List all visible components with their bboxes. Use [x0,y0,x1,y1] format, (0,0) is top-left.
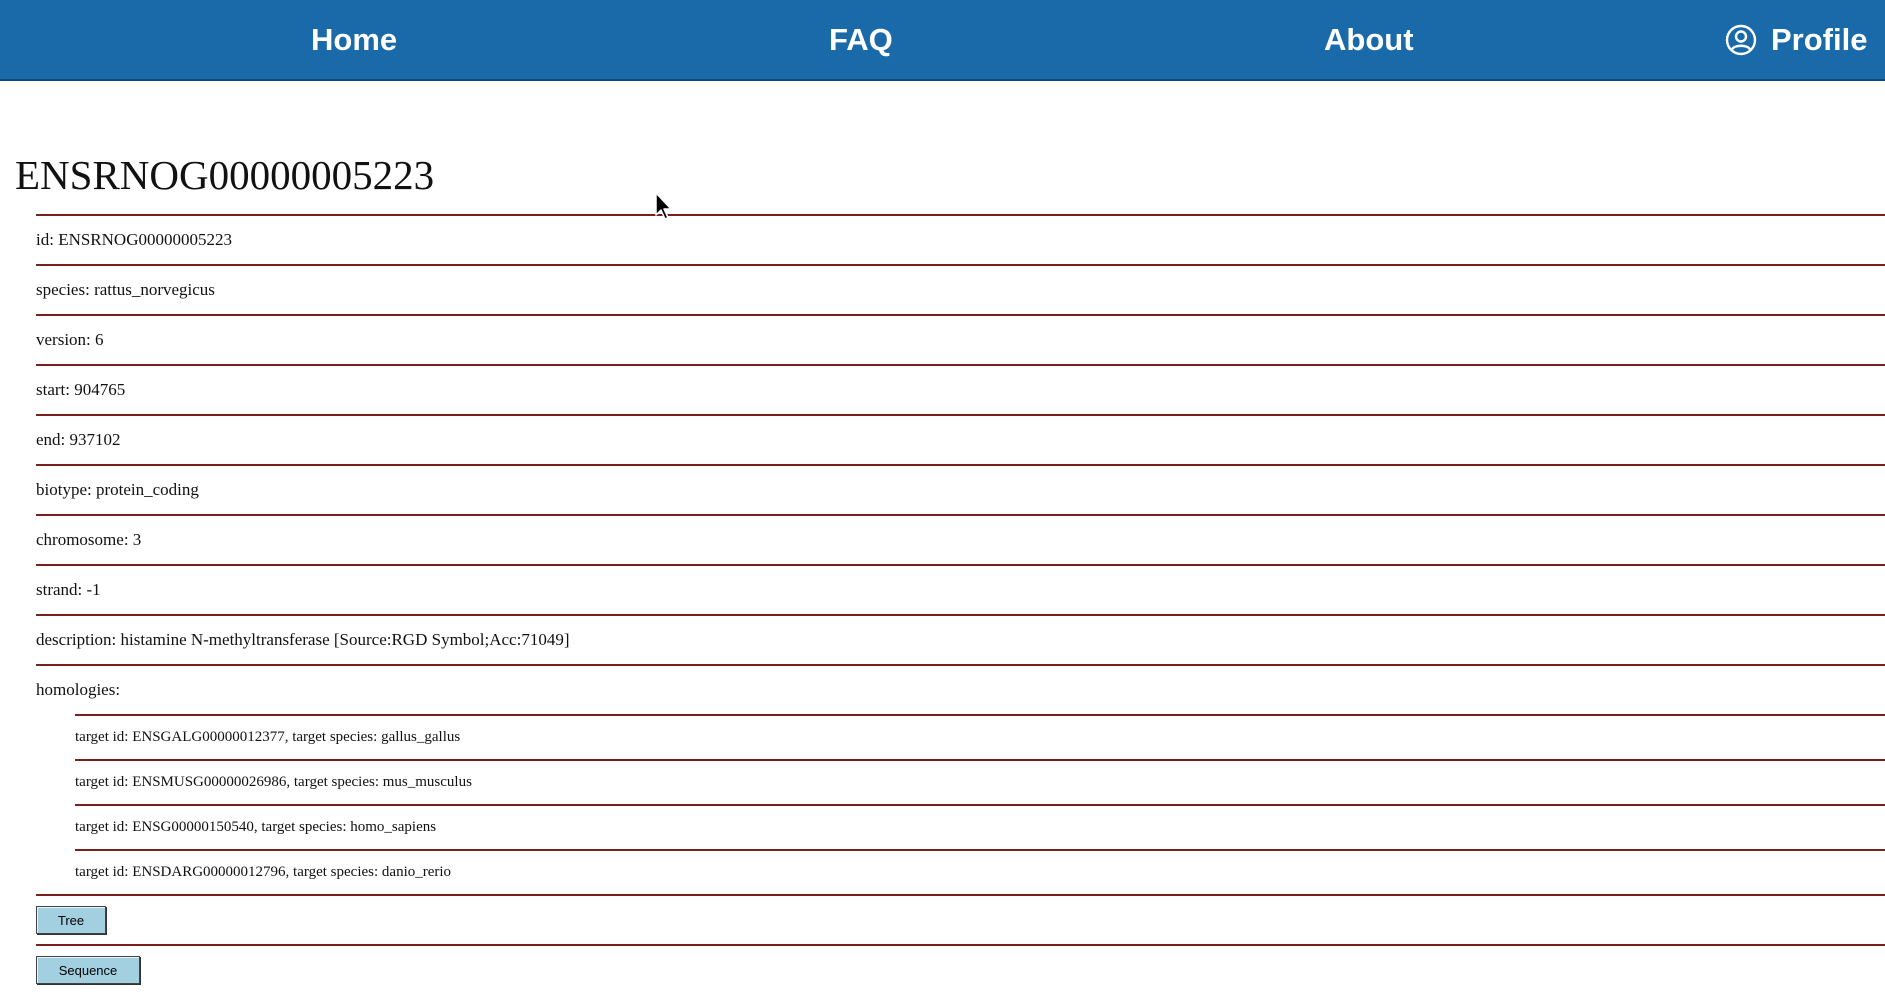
field-version: version: 6 [36,330,104,349]
nav-about-link[interactable]: About [1324,0,1414,79]
field-homologies-label: homologies: [36,680,121,699]
field-row-description: description: histamine N-methyltransfera… [36,614,1885,664]
homology-text: target id: ENSG00000150540, target speci… [75,819,437,835]
field-row-chromosome: chromosome: 3 [36,514,1885,564]
field-biotype: biotype: protein_coding [36,480,199,499]
field-row-end: end: 937102 [36,414,1885,464]
top-nav-bar: Home FAQ About Profile [0,0,1885,81]
field-description: description: histamine N-methyltransfera… [36,630,570,649]
homology-item: target id: ENSMUSG00000026986, target sp… [75,759,1885,804]
nav-profile-label: Profile [1771,21,1868,57]
field-row-species: species: rattus_norvegicus [36,264,1885,314]
homology-item: target id: ENSGALG00000012377, target sp… [75,714,1885,759]
homology-text: target id: ENSGALG00000012377, target sp… [75,729,461,745]
page-title: ENSRNOG00000005223 [15,152,435,198]
homology-item: target id: ENSG00000150540, target speci… [75,804,1885,849]
field-strand: strand: -1 [36,580,101,599]
user-circle-icon [1725,24,1757,56]
field-row-id: id: ENSRNOG00000005223 [36,214,1885,264]
sequence-button[interactable]: Sequence [36,956,140,984]
nav-profile-link[interactable]: Profile [1725,0,1867,79]
field-row-homologies: homologies: [36,664,1885,714]
tree-button-row: Tree [36,894,1885,944]
field-chromosome: chromosome: 3 [36,530,142,549]
field-id: id: ENSRNOG00000005223 [36,230,232,249]
homology-text: target id: ENSMUSG00000026986, target sp… [75,774,472,790]
field-row-strand: strand: -1 [36,564,1885,614]
tree-button[interactable]: Tree [36,906,106,934]
field-end: end: 937102 [36,430,121,449]
homology-item: target id: ENSDARG00000012796, target sp… [75,849,1885,894]
field-row-start: start: 904765 [36,364,1885,414]
field-row-version: version: 6 [36,314,1885,364]
field-start: start: 904765 [36,380,126,399]
nav-home-link[interactable]: Home [311,0,397,79]
homology-list: target id: ENSGALG00000012377, target sp… [75,714,1885,894]
gene-field-list: id: ENSRNOG00000005223 species: rattus_n… [36,214,1885,994]
homology-text: target id: ENSDARG00000012796, target sp… [75,864,452,880]
field-species: species: rattus_norvegicus [36,280,215,299]
field-row-biotype: biotype: protein_coding [36,464,1885,514]
mouse-pointer-icon [655,192,675,222]
sequence-button-row: Sequence [36,944,1885,994]
nav-faq-link[interactable]: FAQ [829,0,893,79]
